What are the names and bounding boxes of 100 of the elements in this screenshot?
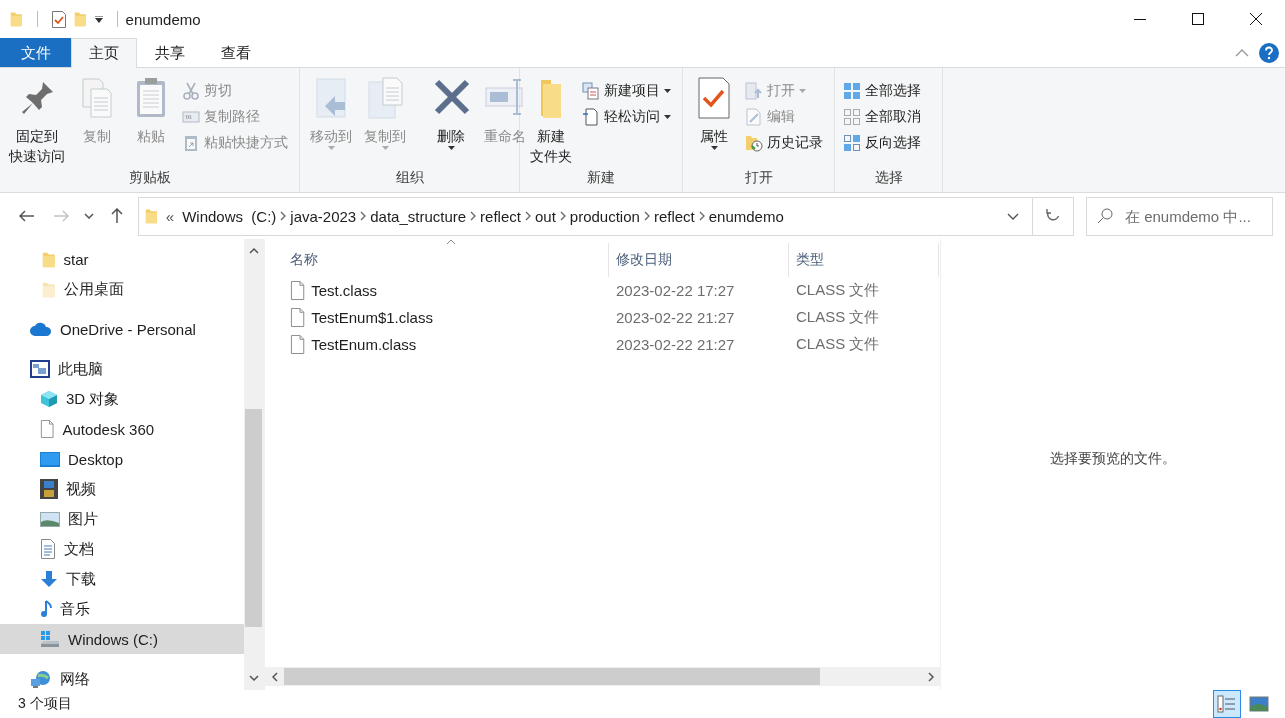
search-field[interactable]: 在 enumdemo 中... [1086,196,1273,236]
file-icon [290,335,306,354]
folder-icon [10,11,23,27]
ribbon-button[interactable]: 新建 文件夹 [524,74,578,169]
edit-icon [745,108,763,126]
nav-item[interactable]: 图片 [0,504,244,534]
nav-item[interactable]: 网络 [0,664,244,690]
chevron-icon [280,211,287,221]
ribbon-button[interactable]: 删除 [424,74,478,169]
chevron-down-icon [84,213,94,219]
ribbon-tab[interactable]: 文件 [0,38,71,67]
drive-icon [40,630,60,648]
column-header[interactable]: 修改日期 [609,243,789,277]
file-icon [290,281,306,300]
breadcrumb[interactable]: out [530,207,560,225]
minimize-icon [1134,18,1146,20]
group-label: 选择 [874,169,903,187]
maximize-icon [1192,13,1204,25]
breadcrumb[interactable]: Windows (C:) [178,207,281,225]
sort-caret-icon [446,239,456,245]
scrollbar-thumb[interactable] [245,409,262,627]
chevron-icon [360,211,367,221]
monitor-icon [40,451,60,467]
forward-arrow-icon [53,210,69,222]
ribbon-button[interactable]: 固定到 快速访问 [4,74,70,169]
column-header[interactable]: 名称 [283,243,609,277]
nav-item[interactable]: 3D 对象 [0,384,244,414]
document-icon [40,420,55,438]
breadcrumb[interactable]: reflect [476,207,525,225]
up-arrow-icon [111,208,123,224]
checked-document-icon[interactable] [51,10,66,28]
chevron-icon [643,211,650,221]
group-label: 剪贴板 [128,169,171,187]
modified-date: 2023-02-22 21:27 [615,336,736,353]
select-all-icon [843,82,861,100]
ribbon-button[interactable]: 属性 [687,74,741,169]
breadcrumb[interactable]: production [565,207,644,225]
scissors-icon [182,82,200,100]
ribbon-button[interactable]: 全部选择 [839,78,925,104]
breadcrumb[interactable]: data_structure [366,207,471,225]
nav-item[interactable]: OneDrive - Personal [0,314,244,344]
folder-icon [145,208,158,224]
ribbon-button[interactable]: 轻松访问 [578,104,675,130]
nav-item[interactable]: 下载 [0,564,244,594]
file-name[interactable]: TestEnum$1.class [311,309,433,326]
column-header[interactable]: 类型 [789,243,939,277]
music-note-icon [40,600,52,618]
file-type: CLASS 文件 [795,335,881,354]
scrollbar-thumb[interactable] [284,668,820,685]
breadcrumb[interactable]: java-2023 [286,207,361,225]
download-arrow-icon [40,570,58,588]
chevron-right-icon [927,671,934,682]
nav-item[interactable]: Windows (C:) [0,624,244,654]
nav-item[interactable]: 视频 [0,474,244,504]
file-type: CLASS 文件 [795,308,881,327]
refresh-button[interactable] [1033,196,1074,236]
text-document-icon [40,539,56,559]
film-icon [40,479,58,499]
ribbon-tab[interactable]: 主页 [71,38,137,68]
ribbon-button[interactable]: 全部取消 [839,104,925,130]
nav-item[interactable]: Autodesk 360 [0,414,244,444]
file-name[interactable]: Test.class [311,282,378,299]
computer-icon [30,360,50,378]
new-item-icon [582,82,600,100]
window-title: enumdemo [125,10,201,28]
address-bar[interactable]: « Windows (C:) java-2023 data_structure reflect out production reflect enumdemo [138,196,1033,236]
paste-shortcut-icon [182,134,200,152]
group-label: 新建 [587,169,615,187]
cube-icon [40,390,58,408]
ribbon-button[interactable]: 反向选择 [839,130,925,156]
nav-item[interactable]: Desktop [0,444,244,474]
breadcrumb[interactable]: reflect [649,207,699,225]
folder-icon [42,280,56,298]
caret-icon[interactable] [94,15,103,23]
back-arrow-icon [19,210,35,222]
nav-item[interactable]: star [0,244,244,274]
help-icon[interactable] [1259,42,1279,63]
close-icon [1250,13,1262,25]
view-button[interactable] [1213,690,1241,718]
nav-item[interactable]: 公用桌面 [0,274,244,304]
group-label: 组织 [395,169,424,187]
document-icon [582,108,600,126]
folder-icon [42,250,56,268]
image-icon [40,511,60,527]
chevron-icon [698,211,705,221]
chevron-up-icon[interactable] [1235,48,1249,57]
item-count: 3 个项目 [18,695,72,713]
file-name[interactable]: TestEnum.class [311,336,417,353]
open-icon [745,82,763,100]
chevron-icon [524,211,531,221]
nav-item[interactable]: 此电脑 [0,354,244,384]
ribbon-button[interactable]: 新建项目 [578,78,675,104]
large-icons-view-icon [1249,696,1269,712]
group-label: 打开 [744,169,773,187]
nav-item[interactable]: 音乐 [0,594,244,624]
breadcrumb[interactable]: enumdemo [704,207,788,225]
chevron-up-icon [248,248,259,254]
overflow-mark[interactable]: « [157,207,179,225]
ribbon-button[interactable]: 历史记录 [741,130,827,156]
nav-item[interactable]: 文档 [0,534,244,564]
